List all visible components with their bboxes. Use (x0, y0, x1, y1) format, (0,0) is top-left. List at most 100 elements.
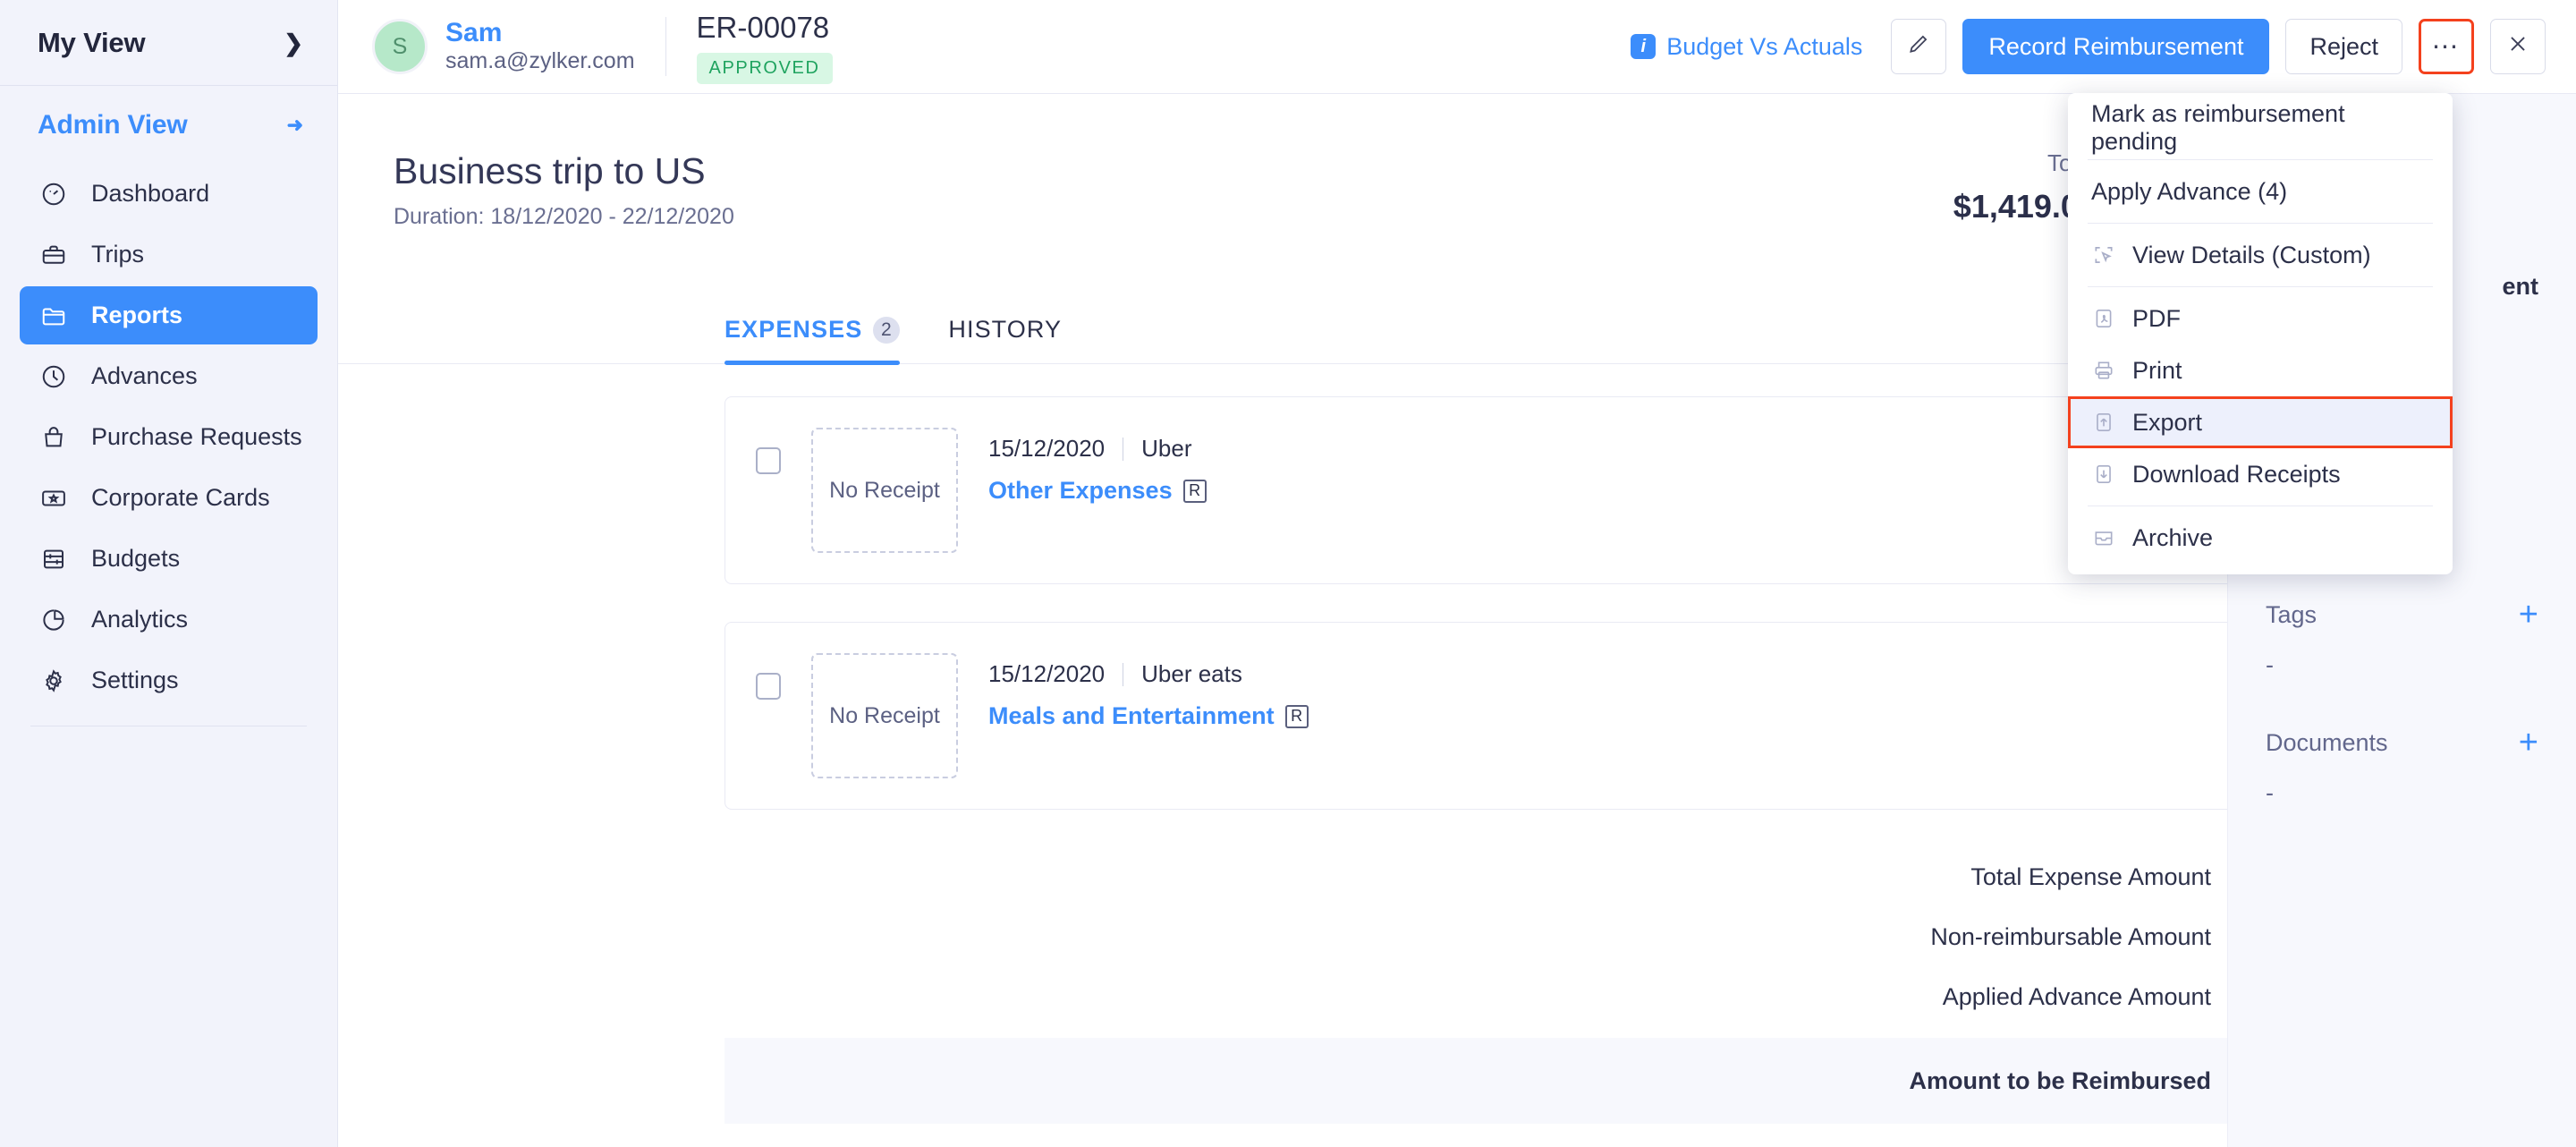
expense-category[interactable]: Meals and Entertainment (988, 702, 1275, 730)
menu-item-print[interactable]: Print (2068, 344, 2453, 396)
sidebar-item-corporate-cards[interactable]: Corporate Cards (20, 469, 318, 527)
menu-separator (2088, 159, 2433, 160)
partial-obscured-label: ent (2502, 273, 2539, 300)
pdf-icon (2091, 306, 2116, 331)
sidebar-item-settings[interactable]: Settings (20, 651, 318, 709)
summary-label: Applied Advance Amount (1942, 983, 2211, 1010)
expense-meta: 15/12/2020 Uber eats (988, 660, 1309, 688)
receipt-placeholder[interactable]: No Receipt (811, 428, 958, 553)
sidebar-item-budgets[interactable]: Budgets (20, 530, 318, 588)
topbar-actions: i Budget Vs Actuals Record Reimbursement… (1631, 19, 2553, 74)
receipt-placeholder[interactable]: No Receipt (811, 653, 958, 778)
app-root: My View ❯ Admin View ➜ Dashboard Trips R… (0, 0, 2576, 1147)
add-tag-icon[interactable]: + (2519, 598, 2538, 632)
sidebar-item-label: Advances (91, 362, 198, 389)
user-email: sam.a@zylker.com (445, 48, 635, 74)
sidebar-item-label: Reports (91, 302, 183, 328)
info-icon: i (1631, 34, 1657, 59)
more-actions-button[interactable]: ⋯ (2419, 19, 2474, 74)
summary-label: Total Expense Amount (1970, 863, 2211, 890)
expense-merchant: Uber (1141, 435, 1192, 462)
budget-vs-actuals-label: Budget Vs Actuals (1666, 32, 1863, 60)
folder-icon (39, 302, 68, 330)
sidebar-item-label: Purchase Requests (91, 423, 302, 450)
archive-icon (2091, 525, 2116, 550)
tab-expenses[interactable]: EXPENSES 2 (724, 316, 901, 365)
report-id-block: ER-00078 APPROVED (666, 9, 863, 85)
add-document-icon[interactable]: + (2519, 726, 2538, 760)
tab-label: HISTORY (948, 316, 1063, 343)
sidebar-item-advances[interactable]: Advances (20, 347, 318, 405)
expense-info: 15/12/2020 Uber eats Meals and Entertain… (988, 653, 1309, 730)
report-id: ER-00078 (696, 10, 830, 44)
topbar: S Sam sam.a@zylker.com ER-00078 APPROVED… (338, 0, 2576, 94)
sidebar-my-view[interactable]: My View ❯ (0, 0, 337, 86)
reimbursable-tag: R (1284, 704, 1309, 728)
main-content: S Sam sam.a@zylker.com ER-00078 APPROVED… (338, 0, 2576, 1147)
menu-item-export[interactable]: Export (2068, 396, 2453, 448)
menu-item-label: Download Receipts (2132, 460, 2341, 488)
sidebar-item-analytics[interactable]: Analytics (20, 590, 318, 649)
user-name[interactable]: Sam (445, 18, 635, 48)
expense-merchant: Uber eats (1141, 660, 1242, 687)
card-star-icon (39, 484, 68, 513)
menu-item-label: Mark as reimbursement pending (2091, 100, 2345, 155)
menu-item-download-receipts[interactable]: Download Receipts (2068, 448, 2453, 500)
my-view-label: My View (38, 26, 146, 58)
sidebar-item-label: Settings (91, 667, 179, 693)
budget-vs-actuals-link[interactable]: i Budget Vs Actuals (1631, 33, 1862, 61)
download-icon (2091, 462, 2116, 487)
sidebar-item-label: Analytics (91, 606, 189, 633)
briefcase-icon (39, 241, 68, 269)
chevron-down-icon[interactable]: ➜ (287, 115, 303, 135)
menu-item-view-details[interactable]: View Details (Custom) (2068, 229, 2453, 281)
detail-label: Documents (2266, 728, 2388, 756)
sidebar-item-label: Trips (91, 241, 144, 268)
expense-checkbox[interactable] (756, 447, 781, 474)
record-reimbursement-button[interactable]: Record Reimbursement (1962, 19, 2270, 74)
sidebar-item-label: Dashboard (91, 180, 210, 207)
expense-date: 15/12/2020 (988, 435, 1106, 462)
sidebar-item-purchase-requests[interactable]: Purchase Requests (20, 408, 318, 466)
close-button[interactable] (2490, 19, 2546, 74)
printer-icon (2091, 358, 2116, 383)
bag-icon (39, 423, 68, 452)
pencil-icon (1907, 32, 1930, 62)
menu-item-label: Print (2132, 356, 2182, 384)
gear-icon (39, 667, 68, 695)
menu-item-archive[interactable]: Archive (2068, 512, 2453, 564)
user-block[interactable]: S Sam sam.a@zylker.com (338, 18, 665, 76)
reject-button[interactable]: Reject (2285, 19, 2402, 74)
avatar: S (372, 19, 428, 74)
close-icon (2506, 32, 2529, 62)
expense-category-row: Meals and Entertainment R (988, 702, 1309, 730)
sidebar-item-label: Corporate Cards (91, 484, 270, 511)
clock-icon (39, 362, 68, 391)
chevron-right-icon[interactable]: ❯ (284, 31, 303, 55)
avatar-initial: S (392, 33, 408, 59)
expense-category[interactable]: Other Expenses (988, 477, 1173, 505)
menu-item-label: Apply Advance (4) (2091, 177, 2288, 205)
reimbursable-tag: R (1182, 479, 1207, 503)
detail-head: Tags + (2266, 598, 2538, 632)
menu-separator (2088, 223, 2433, 224)
sidebar-item-reports[interactable]: Reports (20, 286, 318, 344)
ellipsis-icon: ⋯ (2431, 31, 2462, 62)
sidebar-item-label: Budgets (91, 545, 181, 572)
admin-view-label: Admin View (38, 110, 188, 140)
menu-item-label: View Details (Custom) (2132, 241, 2371, 268)
detail-value: - (2266, 651, 2274, 678)
menu-item-label: Export (2132, 408, 2203, 436)
edit-button[interactable] (1891, 19, 1947, 74)
tab-label: EXPENSES (724, 316, 863, 343)
cursor-box-icon (2091, 242, 2116, 268)
menu-item-pdf[interactable]: PDF (2068, 293, 2453, 344)
sidebar-admin-view[interactable]: Admin View ➜ (0, 86, 337, 165)
gauge-icon (39, 180, 68, 208)
sidebar-item-trips[interactable]: Trips (20, 225, 318, 284)
sidebar-item-dashboard[interactable]: Dashboard (20, 165, 318, 223)
menu-item-apply-advance[interactable]: Apply Advance (4) (2068, 166, 2453, 217)
tab-history[interactable]: HISTORY (948, 316, 1062, 363)
menu-item-mark-reimbursement-pending[interactable]: Mark as reimbursement pending (2068, 100, 2453, 155)
expense-checkbox[interactable] (756, 673, 781, 700)
